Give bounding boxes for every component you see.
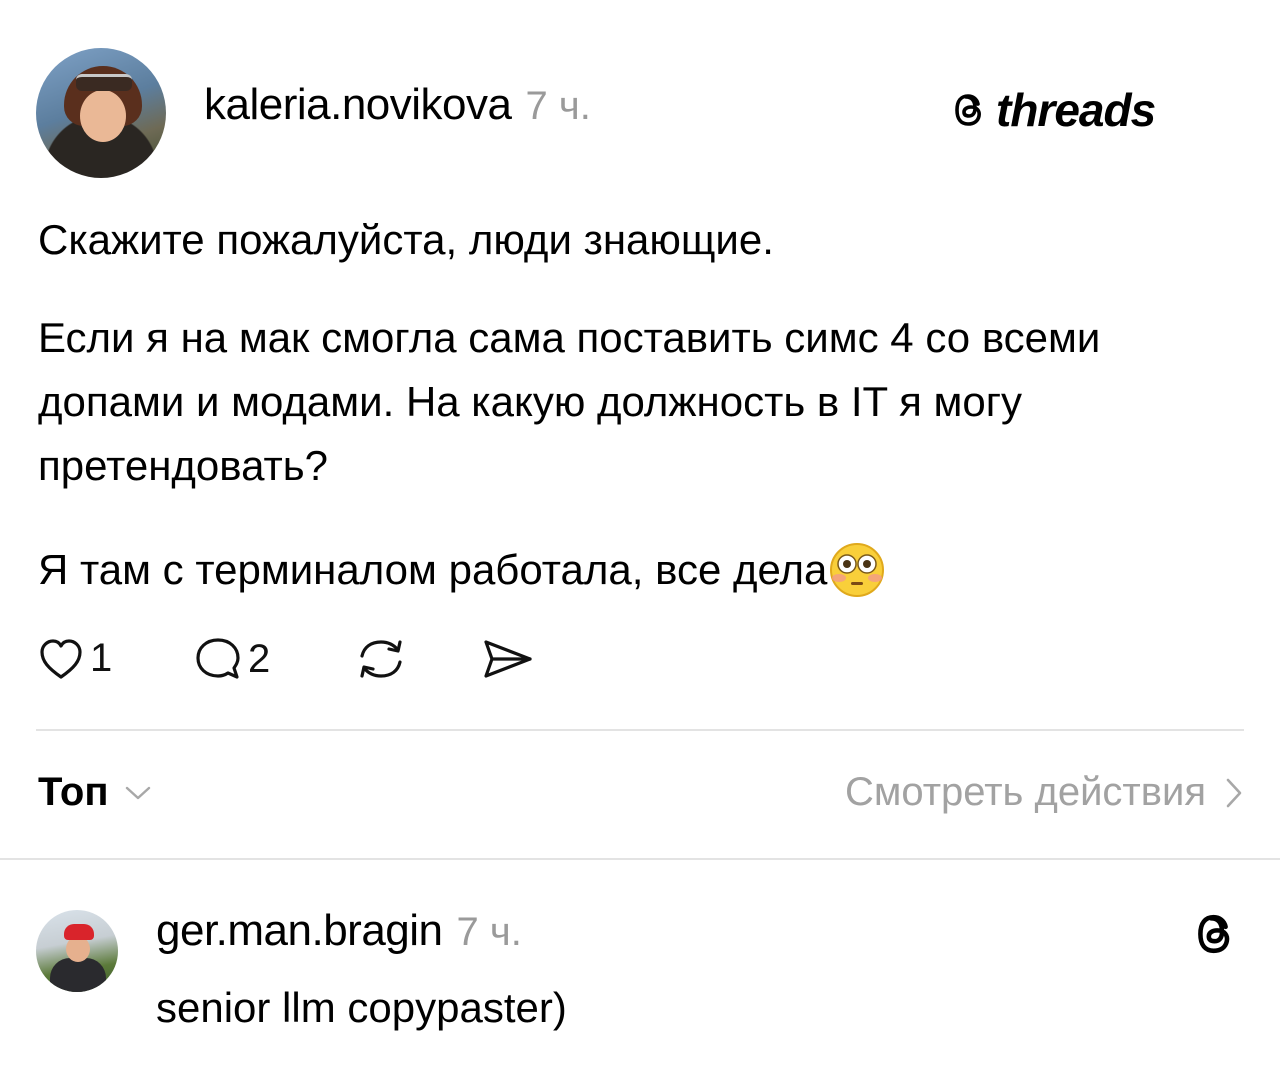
like-count: 1 — [90, 636, 113, 680]
repost-button[interactable] — [354, 636, 408, 687]
threads-wordmark: threads — [996, 84, 1156, 136]
threads-logo: threads — [950, 80, 1156, 140]
post-paragraph-3-wrap: Я там с терминалом работала, все дела — [38, 538, 1248, 602]
post-paragraph-1: Скажите пожалуйста, люди знающие. — [38, 216, 774, 263]
repost-icon — [360, 640, 402, 678]
comment-button[interactable]: 2 — [194, 636, 270, 682]
comment-icon — [196, 638, 240, 679]
chevron-right-icon — [1226, 778, 1242, 807]
chevron-down-icon — [125, 786, 150, 799]
flushed-face-emoji — [830, 543, 885, 597]
comment-count: 2 — [248, 636, 271, 681]
section-divider — [0, 858, 1280, 860]
threads-icon — [955, 94, 981, 126]
like-button[interactable]: 1 — [38, 636, 112, 681]
heart-icon — [40, 638, 82, 679]
divider — [36, 729, 1244, 731]
reply-text: senior llm copypaster) — [156, 984, 567, 1031]
reply-username[interactable]: ger.man.bragin — [156, 906, 443, 956]
post-header: kaleria.novikova 7 ч. — [204, 80, 591, 130]
sort-label: Топ — [38, 770, 109, 814]
author-username[interactable]: kaleria.novikova — [204, 80, 512, 130]
view-activity-link[interactable]: Смотреть действия — [845, 770, 1244, 815]
reply-author-avatar[interactable] — [36, 910, 118, 992]
threads-icon — [1198, 914, 1230, 954]
share-button[interactable] — [480, 636, 536, 687]
reply-timestamp: 7 ч. — [456, 910, 522, 954]
post-timestamp: 7 ч. — [525, 84, 591, 128]
send-icon — [484, 640, 532, 678]
author-avatar[interactable] — [36, 48, 166, 178]
sort-dropdown[interactable]: Топ — [38, 770, 153, 815]
post-paragraph-2: Если я на мак смогла сама поставить симс… — [38, 314, 1101, 489]
post-paragraph-3: Я там с терминалом работала, все дела — [38, 546, 828, 593]
reply-header: ger.man.bragin 7 ч. — [156, 906, 522, 956]
reply-threads-badge — [1192, 910, 1240, 963]
view-activity-label: Смотреть действия — [844, 770, 1206, 814]
